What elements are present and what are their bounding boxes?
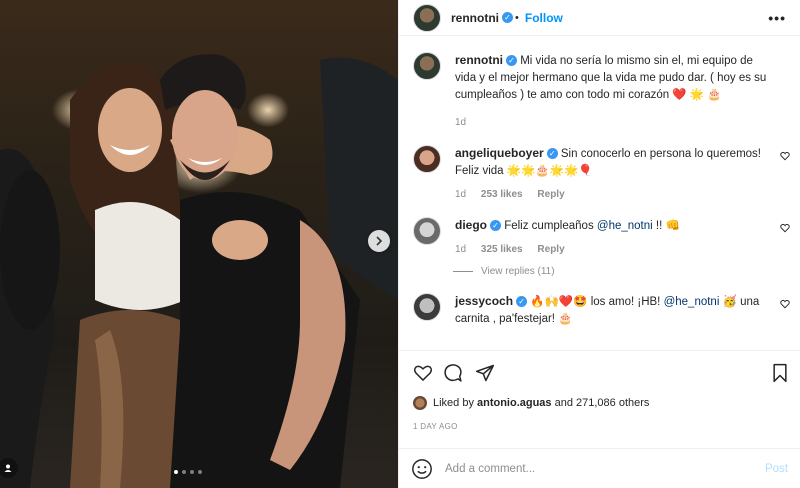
user-tag-icon (4, 464, 12, 472)
liker-username[interactable]: antonio.aguas (477, 397, 552, 409)
comment-username[interactable]: angeliqueboyer (455, 146, 544, 160)
commenter-avatar[interactable] (413, 293, 441, 321)
verified-badge-icon: ✓ (516, 296, 528, 308)
comment-text: 🔥🙌❤️🤩 los amo! ¡HB! (530, 296, 664, 308)
carousel-indicator (174, 470, 202, 474)
likes-others[interactable]: and 271,086 others (552, 397, 650, 409)
commenter-avatar[interactable] (413, 217, 441, 245)
author-username[interactable]: rennotni (451, 11, 499, 25)
mention-link[interactable]: @he_notni (664, 296, 720, 308)
comment-item: angeliqueboyer ✓ Sin conocerlo en persona… (399, 145, 800, 203)
separator-dot: • (515, 11, 519, 24)
mention-link[interactable]: @he_notni (597, 220, 653, 232)
comment-text: Feliz cumpleaños (504, 220, 597, 232)
caption-username[interactable]: rennotni (455, 53, 503, 67)
comment-item: diego ✓ Feliz cumpleaños @he_notni !! 👊 1… (399, 217, 800, 258)
likes-prefix: Liked by (433, 397, 474, 409)
reply-button[interactable]: Reply (537, 244, 564, 255)
verified-badge-icon: ✓ (506, 55, 517, 67)
carousel-dot (198, 470, 202, 474)
post-header: rennotni ✓ • Follow ••• (399, 0, 800, 36)
like-comment-heart-icon[interactable] (780, 299, 790, 309)
like-comment-heart-icon[interactable] (780, 151, 790, 161)
post-photo[interactable] (0, 0, 398, 488)
more-options-icon[interactable]: ••• (768, 10, 786, 26)
caption-time[interactable]: 1d (455, 117, 466, 128)
like-comment-heart-icon[interactable] (780, 223, 790, 233)
share-send-icon[interactable] (475, 363, 495, 383)
verified-badge-icon: ✓ (490, 220, 501, 232)
author-avatar[interactable] (413, 3, 441, 32)
add-comment-input[interactable]: Add a comment... (445, 463, 765, 475)
like-heart-icon[interactable] (413, 363, 433, 383)
emoji-smiley-icon[interactable] (411, 458, 433, 480)
comment-bubble-icon[interactable] (443, 363, 463, 383)
comment-likes[interactable]: 253 likes (481, 189, 523, 200)
save-bookmark-icon[interactable] (771, 363, 789, 383)
replies-divider (453, 271, 473, 272)
view-replies-button[interactable]: View replies (11) (453, 266, 800, 277)
reply-button[interactable]: Reply (537, 189, 564, 200)
comment-time[interactable]: 1d (455, 189, 466, 200)
comment-likes[interactable]: 325 likes (481, 244, 523, 255)
post-comment-button[interactable]: Post (765, 463, 788, 475)
comment-meta: 1d 325 likes Reply (455, 241, 775, 258)
follow-button[interactable]: Follow (525, 11, 563, 25)
add-comment-bar: Add a comment... Post (399, 448, 800, 488)
post-caption: rennotni ✓ Mi vida no sería lo mismo sin … (399, 52, 800, 131)
comment-text-end: !! 👊 (652, 220, 680, 232)
carousel-dot (190, 470, 194, 474)
post-viewer: rennotni ✓ • Follow ••• rennotni ✓ Mi vid… (0, 0, 800, 488)
post-actions-bar (399, 350, 800, 385)
view-replies-label: View replies (11) (481, 266, 555, 277)
liker-avatar[interactable] (413, 396, 427, 410)
comment-time[interactable]: 1d (455, 244, 466, 255)
comment-item: jessycoch ✓ 🔥🙌❤️🤩 los amo! ¡HB! @he_notni… (399, 293, 800, 328)
likes-summary: Liked by antonio.aguas and 271,086 other… (413, 396, 649, 410)
next-photo-button[interactable] (368, 230, 390, 252)
photo-scene (0, 54, 398, 488)
commenter-avatar[interactable] (413, 145, 441, 173)
verified-badge-icon: ✓ (502, 12, 513, 23)
carousel-dot (174, 470, 178, 474)
comment-meta: 1d 253 likes Reply (455, 186, 775, 203)
comment-username[interactable]: diego (455, 218, 487, 232)
comment-username[interactable]: jessycoch (455, 294, 513, 308)
chevron-right-icon (376, 236, 383, 246)
caption-meta: 1d (455, 114, 775, 131)
author-avatar[interactable] (413, 52, 441, 80)
post-side-panel: rennotni ✓ • Follow ••• rennotni ✓ Mi vid… (398, 0, 800, 488)
comments-list: rennotni ✓ Mi vida no sería lo mismo sin … (399, 52, 800, 328)
post-date[interactable]: 1 DAY AGO (413, 422, 458, 431)
verified-badge-icon: ✓ (546, 148, 558, 160)
carousel-dot (182, 470, 186, 474)
